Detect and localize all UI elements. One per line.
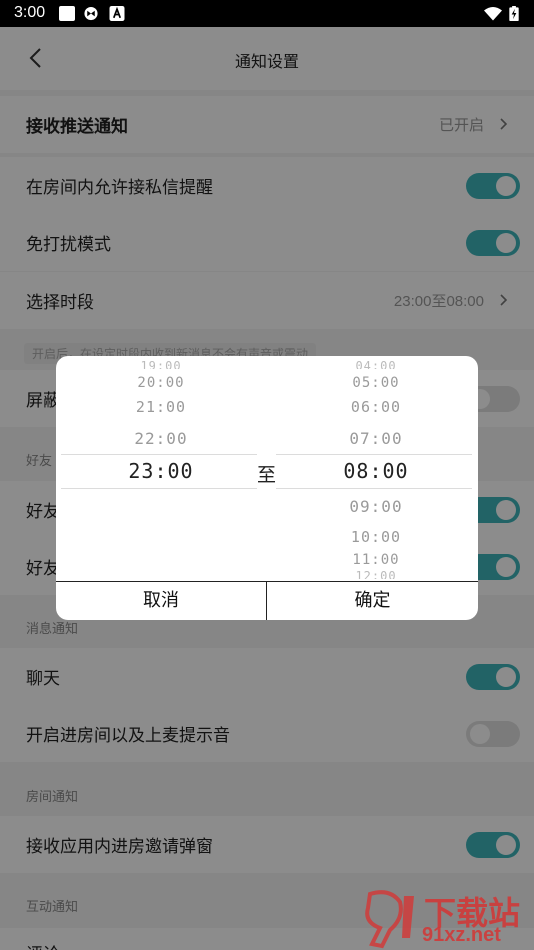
selection-line xyxy=(61,454,257,455)
wheel-item: 05:00 xyxy=(352,375,400,391)
selection-line xyxy=(61,488,257,489)
wheel-item: 21:00 xyxy=(135,398,187,416)
wheel-item: 06:00 xyxy=(350,398,402,416)
status-bar: 3:00 xyxy=(0,0,534,27)
wheel-item: 12:00 xyxy=(355,571,397,579)
wheel-item: 04:00 xyxy=(355,361,397,369)
wifi-icon xyxy=(484,7,502,21)
selection-line xyxy=(276,454,472,455)
cancel-button[interactable]: 取消 xyxy=(56,582,267,620)
range-separator: 至 xyxy=(257,464,277,486)
watermark-logo xyxy=(365,890,414,949)
end-time-selected: 08:00 xyxy=(343,459,409,483)
notification-square-icon xyxy=(59,6,75,21)
wheel-item: 09:00 xyxy=(349,497,403,516)
selection-line xyxy=(276,488,472,489)
status-time: 3:00 xyxy=(14,4,46,21)
sync-icon xyxy=(84,6,98,21)
wheel-item: 20:00 xyxy=(137,375,185,391)
wheel-item: 22:00 xyxy=(134,429,188,448)
time-picker-dialog: 19:00 20:00 21:00 22:00 23:00 至 04:00 05… xyxy=(56,356,478,620)
watermark-url: 91xz.net xyxy=(422,924,501,946)
battery-charging-icon xyxy=(509,6,519,21)
start-time-selected: 23:00 xyxy=(128,459,194,483)
dialog-button-row: 取消 确定 xyxy=(56,581,478,620)
wheel-item: 10:00 xyxy=(350,528,402,546)
text-a-icon xyxy=(109,6,125,21)
watermark: 下载站 91xz.net xyxy=(360,888,532,950)
wheel-item: 19:00 xyxy=(140,361,182,369)
wheel-item: 07:00 xyxy=(349,429,403,448)
confirm-button[interactable]: 确定 xyxy=(267,582,478,620)
wheel-item: 11:00 xyxy=(352,552,400,568)
